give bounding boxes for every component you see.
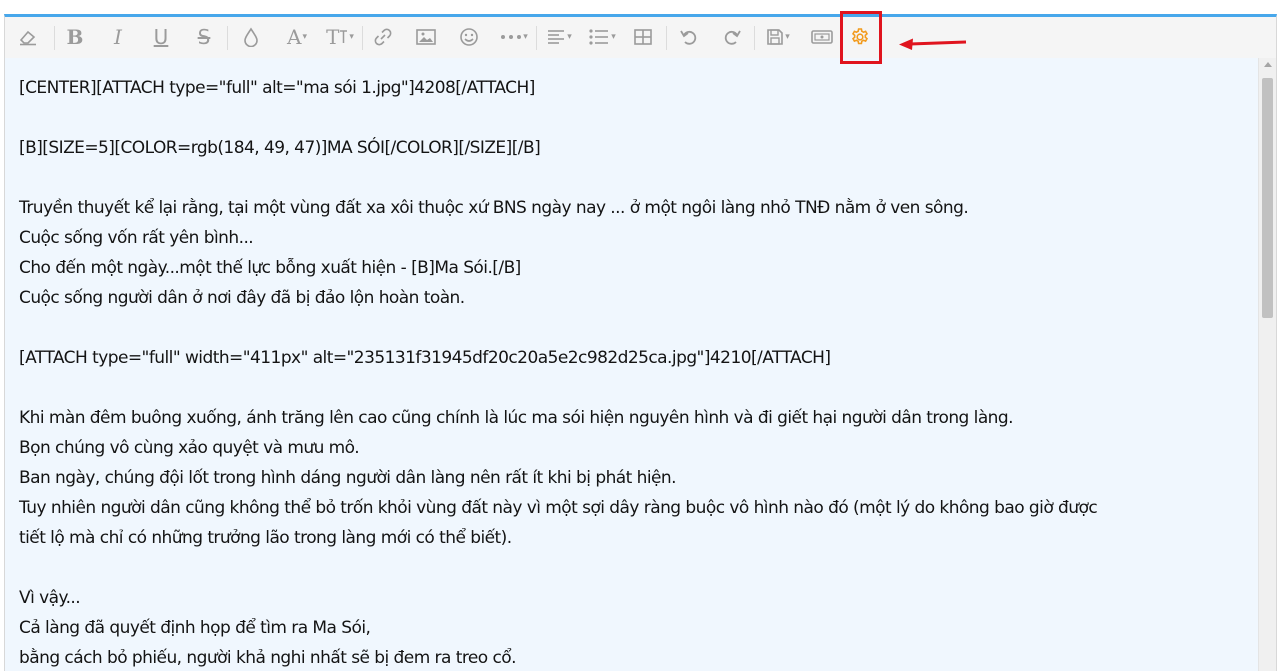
content-line: [CENTER][ATTACH type="full" alt="ma sói … <box>19 78 535 98</box>
content-line: Cuộc sống vốn rất yên bình... <box>19 228 254 248</box>
toolbar-separator <box>536 26 537 50</box>
color-drop-icon[interactable] <box>234 20 268 54</box>
chevron-down-icon: ▾ <box>523 32 528 42</box>
content-line: Khi màn đêm buông xuống, ánh trăng lên c… <box>19 408 1014 428</box>
table-icon[interactable] <box>626 20 660 54</box>
redo-icon[interactable] <box>715 20 749 54</box>
font-size-icon[interactable]: T ▾ <box>320 20 360 54</box>
italic-icon[interactable]: I <box>101 20 135 54</box>
content-line: tiết lộ mà chỉ có những trưởng lão trong… <box>19 528 512 548</box>
content-line: Cho đến một ngày...một thế lực bỗng xuất… <box>19 258 521 278</box>
content-line: Truyền thuyết kể lại rằng, tại một vùng … <box>19 198 969 218</box>
list-icon[interactable]: ▾ <box>582 20 622 54</box>
preview-icon[interactable] <box>805 20 839 54</box>
scrollbar-thumb[interactable] <box>1262 78 1273 318</box>
vertical-scrollbar[interactable] <box>1258 58 1276 671</box>
content-line: [ATTACH type="full" width="411px" alt="2… <box>19 348 831 368</box>
more-icon[interactable]: ▾ <box>495 20 533 54</box>
undo-icon[interactable] <box>672 20 706 54</box>
content-line: Cuộc sống người dân ở nơi đây đã bị đảo … <box>19 288 465 308</box>
content-line: Bọn chúng vô cùng xảo quyệt và mưu mô. <box>19 438 360 458</box>
underline-icon[interactable]: U <box>144 20 178 54</box>
strikethrough-icon[interactable]: S <box>187 20 221 54</box>
content-line: Cả làng đã quyết định họp để tìm ra Ma S… <box>19 618 371 638</box>
toolbar-separator <box>54 26 55 50</box>
content-line: bằng cách bỏ phiếu, người khả nghi nhất … <box>19 648 517 668</box>
content-line: Ban ngày, chúng đội lốt trong hình dáng … <box>19 468 677 488</box>
gear-icon[interactable] <box>843 20 877 54</box>
editor-toolbar: B I U S A ▾ T ▾ ▾ ▾ ▾ ▾ <box>5 17 1276 59</box>
editor-content[interactable]: [CENTER][ATTACH type="full" alt="ma sói … <box>5 58 1258 671</box>
align-icon[interactable]: ▾ <box>539 20 579 54</box>
scroll-up-arrow-icon[interactable] <box>1264 62 1272 67</box>
image-icon[interactable] <box>409 20 443 54</box>
font-family-icon[interactable]: A ▾ <box>277 20 317 54</box>
content-line: Vì vậy... <box>19 588 81 608</box>
rich-text-editor: B I U S A ▾ T ▾ ▾ ▾ ▾ ▾ [CENTER][ATTACH … <box>4 14 1277 671</box>
smiley-icon[interactable] <box>452 20 486 54</box>
toolbar-separator <box>362 26 363 50</box>
chevron-down-icon: ▾ <box>567 32 572 42</box>
eraser-icon[interactable] <box>11 20 45 54</box>
content-line: Tuy nhiên người dân cũng không thể bỏ tr… <box>19 498 1098 518</box>
toolbar-separator <box>227 26 228 50</box>
toolbar-separator <box>754 26 755 50</box>
chevron-down-icon: ▾ <box>611 32 616 42</box>
chevron-down-icon: ▾ <box>302 32 307 42</box>
chevron-down-icon: ▾ <box>785 32 790 42</box>
toolbar-separator <box>666 26 667 50</box>
chevron-down-icon: ▾ <box>349 32 354 42</box>
save-draft-icon[interactable]: ▾ <box>758 20 798 54</box>
bold-icon[interactable]: B <box>58 20 92 54</box>
content-line: [B][SIZE=5][COLOR=rgb(184, 49, 47)]MA SÓ… <box>19 138 541 158</box>
link-icon[interactable] <box>366 20 400 54</box>
annotation-arrow-icon <box>898 36 968 55</box>
